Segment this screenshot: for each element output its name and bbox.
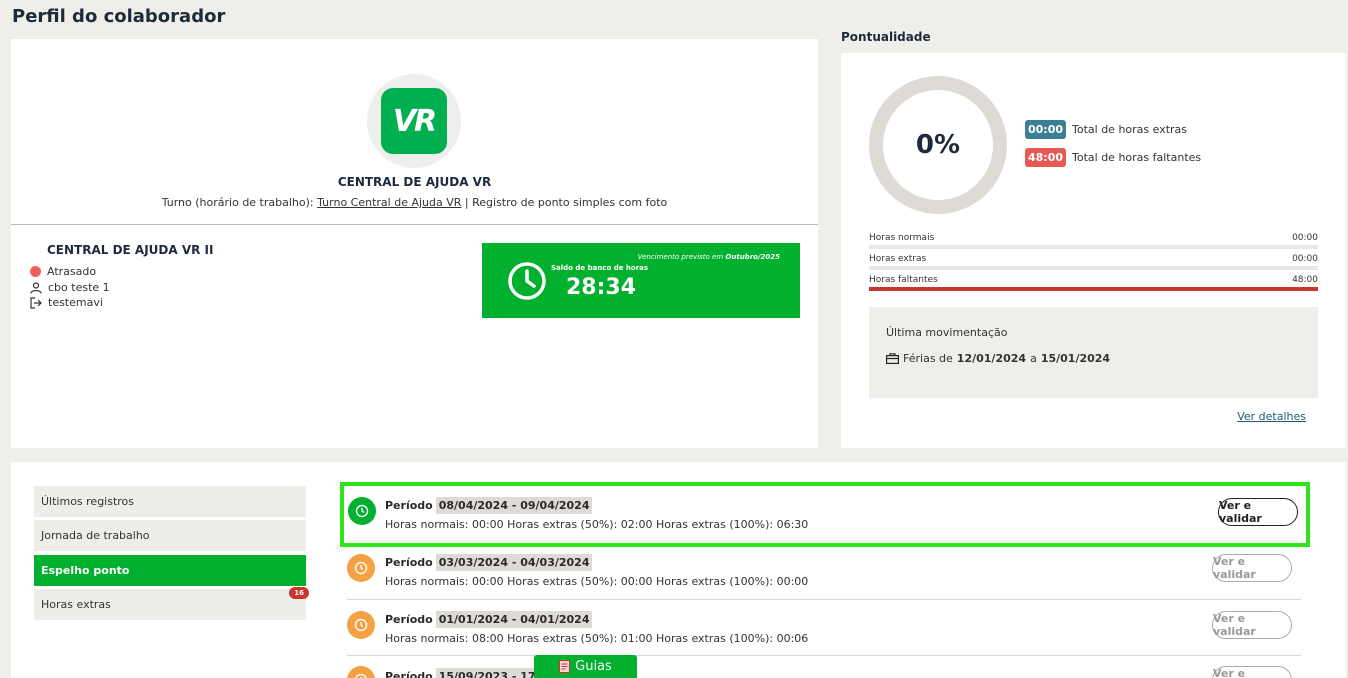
divider [11,224,818,225]
tab-ultimos-registros[interactable]: Últimos registros [34,486,306,517]
briefcase-icon [886,353,899,364]
clock-icon [348,497,376,525]
bank-expiry: Vencimento previsto em Outubro/2025 [637,253,780,261]
guias-label: Guias [575,659,612,674]
status-dot-icon [30,266,41,277]
punctuality-donut: 0% [869,76,1007,214]
period-details: Horas normais: 00:00 Horas extras (50%):… [385,575,809,588]
bar-extra-hours: Horas extras 00:00 [869,254,1318,270]
bar-value: 00:00 [1292,233,1318,243]
status-text: Atrasado [47,265,97,278]
bar-fill [869,287,1318,291]
period-item[interactable]: Período 03/03/2024 - 04/03/2024 Horas nor… [339,544,1300,600]
tab-espelho-ponto[interactable]: Espelho ponto [34,555,306,586]
extra-hours-label: Total de horas extras [1072,123,1188,136]
status-row: Atrasado [30,265,96,278]
period-title: Período 01/01/2024 - 04/01/2024 [385,611,593,628]
bank-value: 28:34 [566,275,637,300]
punctuality-card: 0% 00:00 Total de horas extras 48:00 Tot… [841,53,1346,448]
bar-missing-hours: Horas faltantes 48:00 [869,275,1318,291]
period-range: 01/01/2024 - 04/01/2024 [435,611,593,628]
bank-label: Saldo de banco de horas [551,264,649,272]
clock-icon [347,666,375,678]
document-icon [559,660,571,673]
last-movement-box: Última movimentação Férias de 12/01/2024… [869,307,1318,398]
period-range: 03/03/2024 - 04/03/2024 [435,554,593,571]
turno-prefix: Turno (horário de trabalho): [161,196,314,209]
clock-icon [347,554,375,582]
missing-hours-pill: 48:00 [1025,148,1067,167]
clock-icon [508,262,546,300]
extra-hours-pill: 00:00 [1025,120,1067,139]
period-details: Horas normais: 08:00 Horas extras (50%):… [385,632,809,645]
count-badge: 16 [289,587,309,599]
turno-line: Turno (horário de trabalho): Turno Centr… [11,196,818,209]
cbo-text: cbo teste 1 [48,281,110,294]
company-name: CENTRAL DE AJUDA VR [337,175,492,189]
profile-card: VR CENTRAL DE AJUDA VR Turno (horário de… [11,39,818,448]
user-icon [30,281,42,294]
period-item[interactable]: Período15/09/2023 - 17/09/2023 Ver e val… [339,658,1300,678]
clock-icon [347,611,375,639]
legend-missing: 48:00 Total de horas faltantes [1025,148,1201,167]
last-movement-detail: Férias de 12/01/2024 a 15/01/2024 [886,352,1110,365]
timesheet-section: Últimos registros Jornada de trabalho Es… [11,462,1346,678]
bar-normal-hours: Horas normais 00:00 [869,233,1318,249]
vr-logo: VR [381,88,447,154]
divider [347,599,1301,600]
divider [347,655,1301,656]
bar-label: Horas normais [869,233,935,243]
punctuality-percent: 0% [915,130,961,160]
tab-horas-extras[interactable]: Horas extras 16 [34,587,309,620]
tab-label: Horas extras [41,598,111,611]
bar-label: Horas extras [869,254,927,264]
avatar: VR [367,74,461,168]
tab-jornada-trabalho[interactable]: Jornada de trabalho [34,520,306,551]
view-validate-button[interactable]: Ver e validar [1212,666,1292,678]
period-item[interactable]: Período 08/04/2024 - 09/04/2024 Horas nor… [340,482,1310,547]
turno-link[interactable]: Turno Central de Ajuda VR [317,196,461,209]
guias-button[interactable]: Guias [534,655,637,678]
page-title: Perfil do colaborador [12,6,226,27]
period-details: Horas normais: 00:00 Horas extras (50%):… [385,518,809,531]
view-validate-button[interactable]: Ver e validar [1212,554,1292,582]
legend-extra: 00:00 Total de horas extras [1025,120,1187,139]
punctuality-title: Pontualidade [841,30,931,44]
details-link[interactable]: Ver detalhes [1237,410,1306,423]
period-item[interactable]: Período 01/01/2024 - 04/01/2024 Horas nor… [339,601,1300,657]
period-title: Período 03/03/2024 - 04/03/2024 [385,554,593,571]
turno-suffix: | Registro de ponto simples com foto [464,196,668,209]
bank-hours-box: Vencimento previsto em Outubro/2025 Sald… [482,243,800,318]
bar-label: Horas faltantes [869,275,938,285]
employee-name: CENTRAL DE AJUDA VR II [47,243,214,257]
bar-value: 48:00 [1292,275,1318,285]
period-title: Período 08/04/2024 - 09/04/2024 [385,497,593,514]
view-validate-button[interactable]: Ver e validar [1212,611,1292,639]
bar-value: 00:00 [1292,254,1318,264]
login-row: testemavi [30,296,103,309]
logout-icon [30,296,42,309]
last-movement-title: Última movimentação [886,326,1008,339]
period-range: 08/04/2024 - 09/04/2024 [435,497,593,514]
view-validate-button[interactable]: Ver e validar [1218,498,1298,526]
login-text: testemavi [48,296,103,309]
cbo-row: cbo teste 1 [30,281,110,294]
logo-text: VR [392,103,437,139]
missing-hours-label: Total de horas faltantes [1072,151,1202,164]
